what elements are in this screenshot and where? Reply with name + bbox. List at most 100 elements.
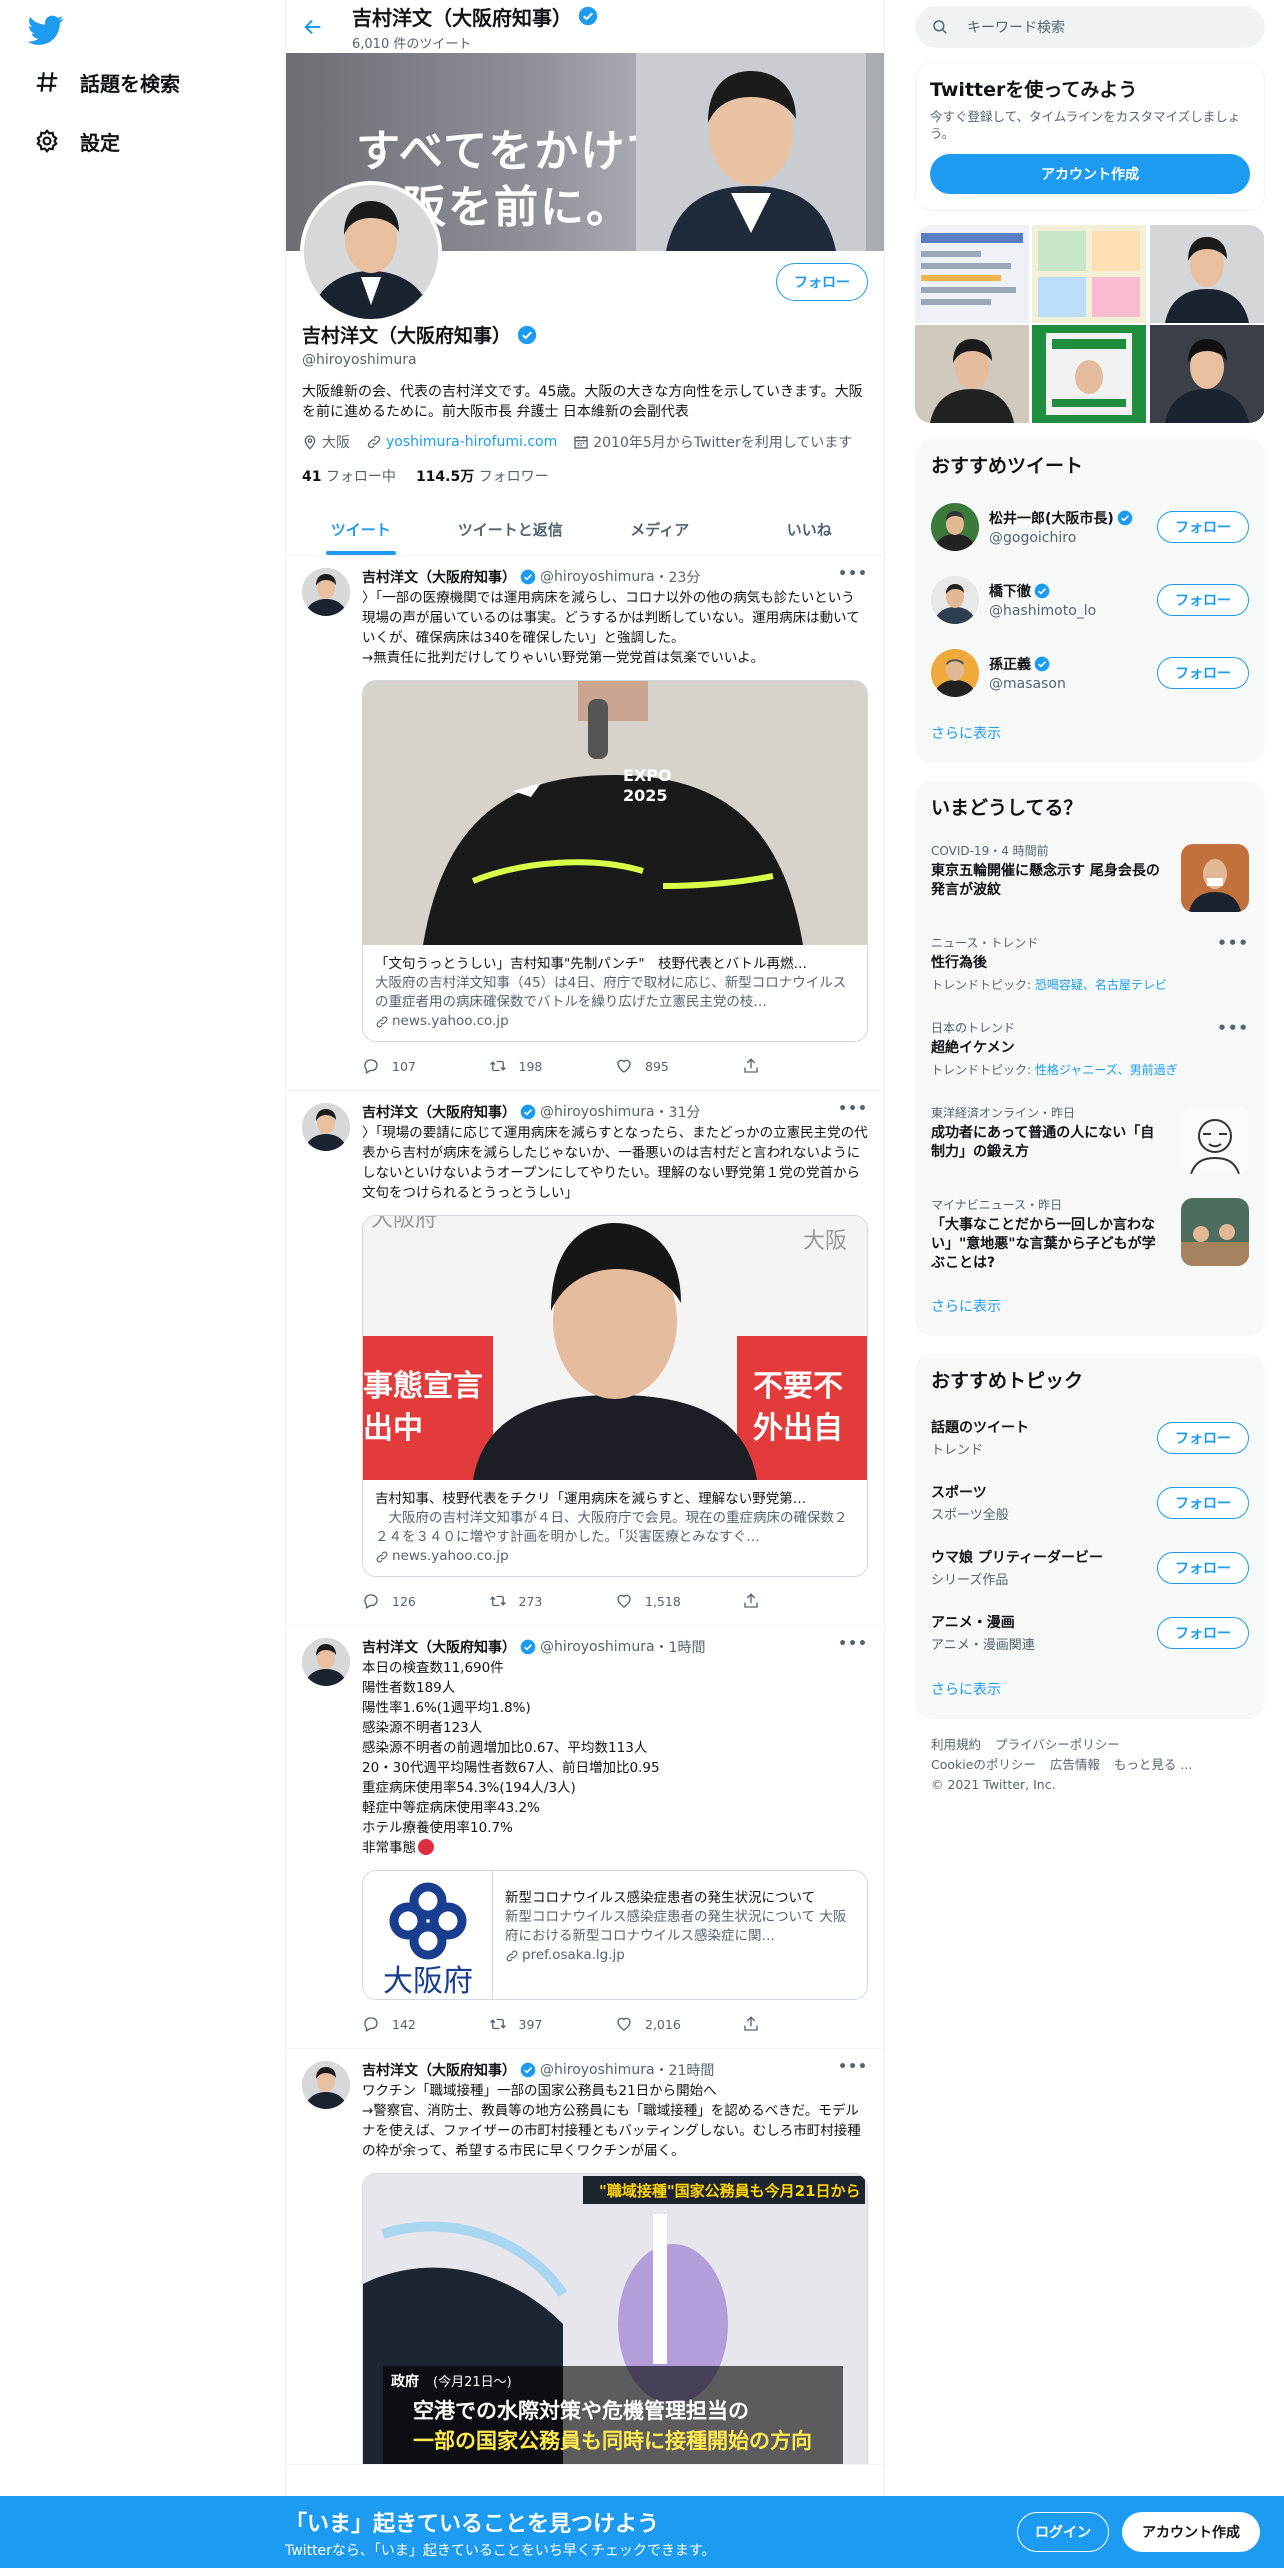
recommended-user[interactable]: 橋下徹 @hashimoto_lo フォロー — [915, 563, 1265, 636]
tweet-author-name[interactable]: 吉村洋文（大阪府知事） — [362, 1637, 516, 1657]
recommended-user[interactable]: 松井一郎(大阪市長) @gogoichiro フォロー — [915, 490, 1265, 563]
link-card[interactable]: EXPO 2025 「文句うっとうしい」吉村知事"先制パンチ" 枝野代表とバトル… — [362, 680, 868, 1042]
trend-item[interactable]: 東洋経済オンライン・昨日 成功者にあって普通の人にない「自制力」の鍛え方 — [915, 1094, 1265, 1186]
share-button[interactable] — [742, 1592, 869, 1610]
tab-likes[interactable]: いいね — [735, 504, 885, 555]
more-options-icon[interactable]: ••• — [838, 2059, 868, 2075]
user-avatar[interactable] — [931, 575, 979, 624]
following-link[interactable]: 41 フォロー中 — [302, 466, 396, 486]
signup-button[interactable]: アカウント作成 — [1122, 2512, 1260, 2552]
footer-link-terms[interactable]: 利用規約 — [931, 1737, 981, 1752]
media-card[interactable]: "職域接種"国家公務員も今月21日から 政府 (今月21日〜) 空港での水際対策… — [362, 2173, 868, 2464]
media-thumb[interactable] — [915, 325, 1030, 423]
tweet-avatar[interactable] — [302, 2061, 350, 2109]
reply-button[interactable]: 126 — [362, 1592, 489, 1610]
reply-button[interactable]: 107 — [362, 1057, 489, 1075]
trend-item[interactable]: 日本のトレンド 超絶イケメン トレンドトピック: 性格ジャニーズ、男前過ぎ ••… — [915, 1009, 1265, 1094]
topic-item[interactable]: スポーツ スポーツ全般 フォロー — [915, 1470, 1265, 1535]
follow-topic-button[interactable]: フォロー — [1157, 1421, 1249, 1454]
tweet[interactable]: 吉村洋文（大阪府知事） @hiroyoshimura ・1時間 ••• 本日の検… — [286, 1626, 884, 2049]
follow-topic-button[interactable]: フォロー — [1157, 1551, 1249, 1584]
media-thumb[interactable] — [1032, 325, 1147, 423]
profile-avatar[interactable] — [300, 181, 442, 323]
nav-explore[interactable]: 話題を検索 — [34, 62, 180, 102]
media-thumb[interactable] — [1032, 225, 1147, 323]
topic-item[interactable]: アニメ・漫画 アニメ・漫画関連 フォロー — [915, 1600, 1265, 1665]
tweet-author-name[interactable]: 吉村洋文（大阪府知事） — [362, 1102, 516, 1122]
footer-link-cookies[interactable]: Cookieのポリシー — [931, 1757, 1036, 1772]
tweet-avatar[interactable] — [302, 1638, 350, 1686]
more-options-icon[interactable]: ••• — [1217, 934, 1249, 952]
tweet[interactable]: 吉村洋文（大阪府知事） @hiroyoshimura ・23分 ••• 〉「一部… — [286, 556, 884, 1091]
tweet-avatar[interactable] — [302, 568, 350, 616]
retweet-button[interactable]: 397 — [489, 2015, 616, 2033]
trend-subtopics-links[interactable]: 恐喝容疑、名古屋テレビ — [1035, 978, 1167, 992]
tweet-time[interactable]: ・23分 — [655, 567, 701, 587]
tab-tweets[interactable]: ツイート — [286, 504, 436, 555]
trend-item[interactable]: ニュース・トレンド 性行為後 トレンドトピック: 恐喝容疑、名古屋テレビ ••• — [915, 924, 1265, 1009]
profile-website[interactable]: yoshimura-hirofumi.com — [366, 434, 557, 450]
profile-website-link[interactable]: yoshimura-hirofumi.com — [386, 434, 557, 450]
twitter-logo-icon[interactable] — [28, 12, 64, 48]
trend-item[interactable]: COVID-19・4 時間前 東京五輪開催に懸念示す 尾身会長の発言が波紋 — [915, 832, 1265, 924]
footer-link-ads[interactable]: 広告情報 — [1050, 1757, 1100, 1772]
tweet-time[interactable]: ・21時間 — [655, 2060, 715, 2080]
like-button[interactable]: 2,016 — [615, 2015, 742, 2033]
show-more-link[interactable]: さらに表示 — [915, 1665, 1265, 1719]
follow-button[interactable]: フォロー — [776, 263, 868, 301]
follow-topic-button[interactable]: フォロー — [1157, 1486, 1249, 1519]
tweet-time[interactable]: ・31分 — [655, 1102, 701, 1122]
more-options-icon[interactable]: ••• — [1217, 1019, 1249, 1037]
trend-subtopics-links[interactable]: 性格ジャニーズ、男前過ぎ — [1035, 1063, 1178, 1077]
followers-link[interactable]: 114.5万 フォロワー — [416, 466, 549, 486]
login-button[interactable]: ログイン — [1017, 2512, 1109, 2552]
user-avatar[interactable] — [931, 502, 979, 551]
user-avatar[interactable] — [931, 648, 979, 697]
link-card[interactable]: 大阪府 大阪 事態宣言 出中 不要不 外出自 吉村知事、枝野代表をチクリ「運用病… — [362, 1215, 868, 1577]
tab-media[interactable]: メディア — [585, 504, 735, 555]
follow-button[interactable]: フォロー — [1157, 510, 1249, 543]
share-button[interactable] — [742, 1057, 869, 1075]
follow-button[interactable]: フォロー — [1157, 583, 1249, 616]
media-thumb[interactable] — [915, 225, 1030, 323]
search-box[interactable]: キーワード検索 — [915, 6, 1265, 48]
more-options-icon[interactable]: ••• — [838, 1101, 868, 1117]
retweet-button[interactable]: 198 — [489, 1057, 616, 1075]
create-account-button[interactable]: アカウント作成 — [930, 154, 1250, 194]
follow-button[interactable]: フォロー — [1157, 656, 1249, 689]
footer-link-privacy[interactable]: プライバシーポリシー — [995, 1737, 1120, 1752]
like-button[interactable]: 1,518 — [615, 1592, 742, 1610]
tweet[interactable]: 吉村洋文（大阪府知事） @hiroyoshimura ・31分 ••• 〉「現場… — [286, 1091, 884, 1626]
recommended-user[interactable]: 孫正義 @masason フォロー — [915, 636, 1265, 709]
recommended-tweets-title: おすすめツイート — [931, 455, 1084, 477]
tweet-time[interactable]: ・1時間 — [655, 1637, 706, 1657]
more-options-icon[interactable]: ••• — [838, 1636, 868, 1652]
like-button[interactable]: 895 — [615, 1057, 742, 1075]
link-card[interactable]: 大阪府 新型コロナウイルス感染症患者の発生状況について 新型コロナウイルス感染症… — [362, 1870, 868, 2000]
media-thumb[interactable] — [1149, 225, 1265, 323]
show-more-link[interactable]: さらに表示 — [915, 1282, 1265, 1336]
share-button[interactable] — [742, 2015, 869, 2033]
footer-link-more[interactable]: もっと見る ... — [1114, 1757, 1192, 1772]
tweet-author-name[interactable]: 吉村洋文（大阪府知事） — [362, 567, 516, 587]
media-thumb[interactable] — [1149, 325, 1265, 423]
topic-item[interactable]: ウマ娘 プリティーダービー シリーズ作品 フォロー — [915, 1535, 1265, 1600]
retweet-button[interactable]: 273 — [489, 1592, 616, 1610]
more-options-icon[interactable]: ••• — [838, 566, 868, 582]
tweet-avatar[interactable] — [302, 1103, 350, 1151]
tab-tweets-and-replies[interactable]: ツイートと返信 — [436, 504, 586, 555]
follow-topic-button[interactable]: フォロー — [1157, 1616, 1249, 1649]
user-name[interactable]: 松井一郎(大阪市長) — [989, 508, 1114, 528]
user-name[interactable]: 橋下徹 — [989, 581, 1031, 601]
trend-item[interactable]: マイナビニュース・昨日 「大事なことだから一回しか言わない」"意地悪"な言葉から… — [915, 1186, 1265, 1282]
svg-text:2025: 2025 — [623, 786, 668, 805]
nav-settings[interactable]: 設定 — [34, 121, 120, 161]
reply-button[interactable]: 142 — [362, 2015, 489, 2033]
show-more-link[interactable]: さらに表示 — [915, 709, 1265, 763]
search-input[interactable]: キーワード検索 — [967, 17, 1065, 37]
tweet-author-name[interactable]: 吉村洋文（大阪府知事） — [362, 2060, 516, 2080]
tweet[interactable]: 吉村洋文（大阪府知事） @hiroyoshimura ・21時間 ••• ワクチ… — [286, 2049, 884, 2465]
topic-item[interactable]: 話題のツイート トレンド フォロー — [915, 1405, 1265, 1470]
back-arrow-icon[interactable] — [302, 16, 324, 38]
user-name[interactable]: 孫正義 — [989, 654, 1031, 674]
